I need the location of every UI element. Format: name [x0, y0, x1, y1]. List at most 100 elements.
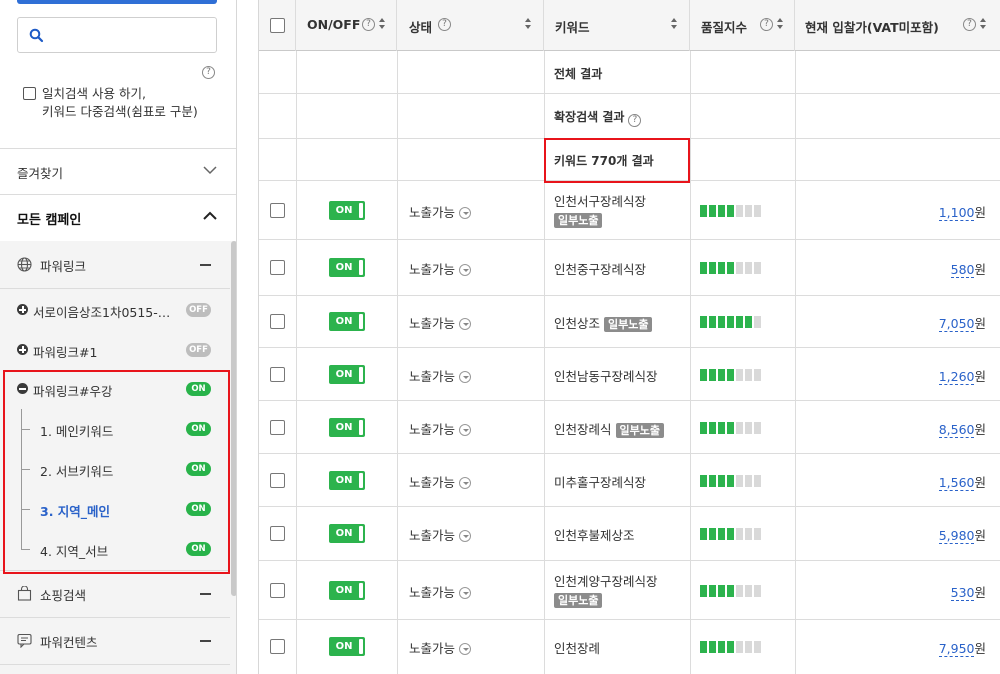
row-checkbox[interactable] — [270, 314, 285, 329]
bid-value[interactable]: 1,260 — [938, 368, 975, 385]
table-row[interactable]: ON 노출가능 인천남동구장례식장 1,260원 — [259, 348, 1000, 401]
category-shopping[interactable]: 쇼핑검색 — [0, 570, 230, 617]
expand-icon[interactable] — [17, 344, 28, 355]
chevron-down-icon[interactable] — [459, 264, 472, 276]
chevron-down-icon[interactable] — [459, 423, 472, 436]
table-row[interactable]: ON 노출가능 인천장례 7,950원 — [259, 620, 1000, 674]
status-cell[interactable]: 노출가능 — [409, 202, 472, 221]
bid-cell[interactable]: 7,950원 — [938, 638, 986, 657]
help-icon[interactable]: ? — [362, 18, 375, 31]
all-campaigns-toggle[interactable]: 모든 캠페인 — [0, 195, 236, 241]
bid-value[interactable]: 580 — [950, 262, 975, 278]
keyword-cell[interactable]: 인천상조 일부노출 — [554, 313, 653, 332]
row-checkbox[interactable] — [270, 260, 285, 275]
keyword-cell[interactable]: 인천중구장례식장 — [554, 259, 646, 278]
table-row[interactable]: ON 노출가능 인천상조 일부노출 7,050원 — [259, 296, 1000, 348]
chevron-down-icon[interactable] — [459, 586, 472, 599]
help-icon[interactable]: ? — [628, 114, 642, 127]
bid-cell[interactable]: 1,260원 — [938, 366, 986, 385]
sort-icon[interactable] — [379, 17, 386, 31]
bid-cell[interactable]: 530원 — [950, 582, 986, 601]
help-icon[interactable]: ? — [202, 66, 215, 79]
onoff-toggle[interactable]: ON — [329, 470, 365, 490]
header-bid[interactable]: 현재 입찰가(VAT미포함) ? — [795, 0, 1000, 51]
onoff-toggle[interactable]: ON — [329, 364, 365, 384]
help-icon[interactable]: ? — [438, 18, 451, 31]
bid-value[interactable]: 7,950 — [938, 641, 975, 657]
collapse-icon[interactable] — [200, 593, 211, 595]
header-onoff[interactable]: ON/OFF ? — [296, 0, 397, 51]
bid-cell[interactable]: 5,980원 — [938, 525, 986, 544]
onoff-toggle[interactable]: ON — [329, 258, 365, 277]
status-cell[interactable]: 노출가능 — [409, 472, 472, 491]
onoff-toggle[interactable]: ON — [329, 637, 365, 656]
keyword-cell[interactable]: 인천장례 — [554, 638, 600, 657]
bid-cell[interactable]: 1,560원 — [938, 472, 986, 491]
table-row[interactable]: ON 노출가능 인천장례식 일부노출 8,560원 — [259, 401, 1000, 454]
onoff-toggle[interactable]: ON — [329, 312, 365, 331]
status-cell[interactable]: 노출가능 — [409, 582, 472, 601]
row-checkbox[interactable] — [270, 526, 285, 541]
chevron-down-icon[interactable] — [459, 643, 472, 655]
chevron-down-icon[interactable] — [459, 530, 472, 542]
onoff-toggle[interactable]: ON — [329, 200, 365, 220]
bid-value[interactable]: 5,980 — [938, 528, 975, 544]
keyword-cell[interactable]: 인천장례식 일부노출 — [554, 419, 664, 438]
table-row[interactable]: ON 노출가능 인천계양구장례식장 일부노출 530원 — [259, 561, 1000, 620]
status-cell[interactable]: 노출가능 — [409, 259, 472, 278]
status-cell[interactable]: 노출가능 — [409, 419, 472, 438]
bid-value[interactable]: 1,560 — [938, 474, 975, 491]
table-row[interactable]: ON 노출가능 미추홀구장례식장 1,560원 — [259, 454, 1000, 507]
onoff-toggle[interactable]: ON — [329, 524, 365, 543]
top-button[interactable] — [17, 0, 217, 4]
campaign-search-input[interactable] — [17, 17, 217, 53]
status-cell[interactable]: 노출가능 — [409, 313, 472, 332]
row-checkbox[interactable] — [270, 419, 285, 435]
campaign-status-badge[interactable]: OFF — [186, 303, 211, 317]
collapse-icon[interactable] — [200, 264, 211, 266]
sort-icon[interactable] — [980, 17, 987, 31]
chevron-down-icon[interactable] — [459, 206, 472, 219]
header-keyword[interactable]: 키워드 — [544, 0, 690, 51]
help-icon[interactable]: ? — [760, 18, 773, 31]
table-row[interactable]: ON 노출가능 인천후불제상조 5,980원 — [259, 507, 1000, 561]
campaign-item[interactable]: 서로이음상조1차0515-… OFF — [0, 290, 230, 330]
status-cell[interactable]: 노출가능 — [409, 366, 472, 385]
sort-icon[interactable] — [777, 17, 784, 31]
header-quality[interactable]: 품질지수 ? — [690, 0, 795, 51]
category-powerlink[interactable]: 파워링크 — [0, 241, 230, 288]
keyword-cell[interactable]: 미추홀구장례식장 — [554, 472, 646, 491]
bid-cell[interactable]: 1,100원 — [938, 202, 986, 221]
header-status[interactable]: 상태 ? — [397, 0, 544, 51]
campaign-status-badge[interactable]: OFF — [186, 343, 211, 357]
bid-value[interactable]: 8,560 — [938, 421, 975, 438]
sort-icon[interactable] — [671, 17, 678, 31]
category-powercontents[interactable]: 파워컨텐츠 — [0, 617, 230, 664]
keyword-cell[interactable]: 인천후불제상조 — [554, 525, 635, 544]
row-checkbox[interactable] — [270, 366, 285, 382]
onoff-toggle[interactable]: ON — [329, 417, 365, 437]
row-checkbox[interactable] — [270, 639, 285, 654]
chevron-down-icon[interactable] — [459, 476, 472, 489]
bid-cell[interactable]: 580원 — [950, 259, 986, 278]
status-cell[interactable]: 노출가능 — [409, 525, 472, 544]
bid-cell[interactable]: 7,050원 — [938, 313, 986, 332]
keyword-cell[interactable]: 인천서구장례식장 일부노출 — [554, 192, 646, 228]
chevron-down-icon[interactable] — [459, 370, 472, 383]
help-icon[interactable]: ? — [963, 18, 976, 31]
row-checkbox[interactable] — [270, 472, 285, 488]
bid-value[interactable]: 7,050 — [938, 316, 975, 332]
bid-cell[interactable]: 8,560원 — [938, 419, 986, 438]
keyword-cell[interactable]: 인천계양구장례식장 일부노출 — [554, 572, 658, 608]
sidebar-scrollbar[interactable] — [231, 241, 236, 596]
bid-value[interactable]: 530 — [950, 584, 975, 601]
collapse-icon[interactable] — [200, 640, 211, 642]
bid-value[interactable]: 1,100 — [938, 204, 975, 221]
chevron-down-icon[interactable] — [459, 318, 472, 330]
table-row[interactable]: ON 노출가능 인천서구장례식장 일부노출 1,100원 — [259, 181, 1000, 240]
exact-search-checkbox[interactable] — [23, 87, 36, 100]
table-row[interactable]: ON 노출가능 인천중구장례식장 580원 — [259, 240, 1000, 296]
row-checkbox[interactable] — [270, 582, 285, 598]
favorites-toggle[interactable]: 즐겨찾기 — [0, 148, 236, 194]
select-all-checkbox[interactable] — [270, 18, 285, 33]
